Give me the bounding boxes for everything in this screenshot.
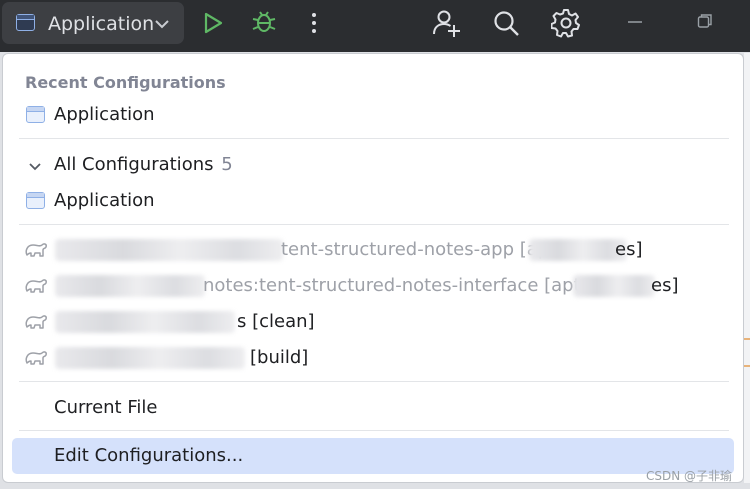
redacted-text [55, 311, 235, 333]
gradle-elephant-icon [24, 277, 48, 299]
search-icon[interactable] [492, 9, 520, 37]
main-toolbar: Application [0, 0, 750, 52]
gradle-task-item[interactable]: [build] [3, 341, 743, 375]
redacted-text [55, 275, 205, 297]
current-file-label: Current File [54, 397, 158, 418]
redacted-text [573, 275, 655, 297]
run-configuration-label: Application [48, 13, 155, 35]
redacted-text [55, 239, 283, 261]
all-configurations-label: All Configurations [54, 154, 214, 175]
chevron-down-icon [154, 16, 170, 35]
edit-configurations-item[interactable]: Edit Configurations... [12, 438, 734, 474]
gradle-task-item[interactable]: s [clean] [3, 305, 743, 339]
gradle-task-label: s [clean] [237, 311, 315, 332]
gradle-elephant-icon [24, 241, 48, 263]
editor-edge [744, 53, 750, 483]
gradle-elephant-icon [24, 349, 48, 371]
chevron-down-icon [28, 158, 42, 177]
recent-configurations-header: Recent Configurations [25, 73, 226, 92]
gradle-task-item[interactable]: tent-structured-notes-app [ap es] [3, 233, 743, 267]
application-config-icon [26, 106, 45, 123]
redacted-text [55, 347, 245, 369]
gradle-task-text: tent-structured-notes-app [ap [281, 239, 550, 260]
run-configurations-popup: Recent Configurations Application All Co… [2, 53, 744, 483]
recent-config-item-application[interactable]: Application [3, 98, 743, 132]
config-label: Application [54, 104, 155, 125]
configurations-count: 5 [221, 154, 233, 175]
gradle-task-suffix: es] [615, 239, 643, 260]
settings-gear-icon[interactable] [551, 8, 581, 38]
add-user-icon[interactable] [432, 8, 462, 38]
editor-marker [744, 365, 750, 367]
minimize-icon[interactable] [628, 21, 642, 25]
redacted-text [529, 239, 627, 261]
editor-marker [744, 338, 750, 340]
application-config-icon [16, 14, 35, 31]
debug-icon[interactable] [251, 9, 277, 35]
application-config-icon [26, 192, 45, 209]
divider [19, 381, 729, 382]
divider [19, 138, 729, 139]
divider [19, 430, 729, 431]
config-label: Application [54, 190, 155, 211]
run-configuration-selector[interactable]: Application [2, 2, 184, 44]
current-file-item[interactable]: Current File [3, 391, 743, 425]
gradle-elephant-icon [24, 313, 48, 335]
all-configurations-toggle[interactable]: All Configurations 5 [3, 148, 743, 182]
more-vertical-icon[interactable] [308, 11, 320, 35]
watermark: CSDN @子非瑜 [646, 469, 733, 483]
divider [19, 224, 729, 225]
gradle-task-label: [build] [250, 347, 309, 368]
restore-icon[interactable] [697, 13, 713, 29]
config-item-application[interactable]: Application [3, 184, 743, 218]
gradle-task-suffix: es] [651, 275, 679, 296]
gradle-task-text: notes:tent-structured-notes-interface [a… [203, 275, 581, 296]
run-icon[interactable] [202, 11, 224, 35]
gradle-task-item[interactable]: notes:tent-structured-notes-interface [a… [3, 269, 743, 303]
edit-configurations-label: Edit Configurations... [54, 445, 244, 466]
